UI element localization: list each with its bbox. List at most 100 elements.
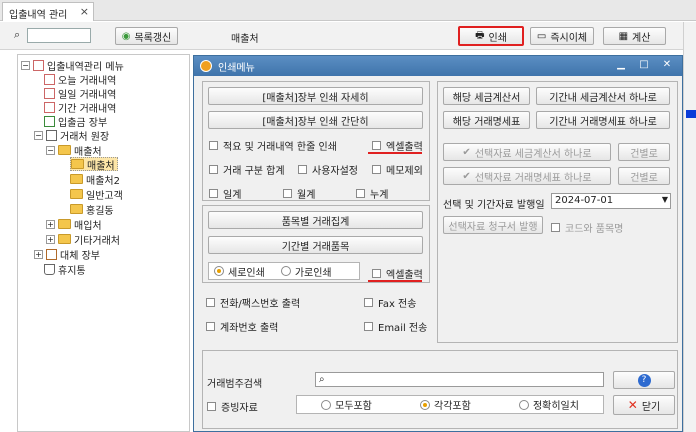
selected-tax-invoice-button[interactable]: ✔ 선택자료 세금계산서 하나로	[443, 143, 611, 161]
selected-tax-each-button[interactable]: 건별로	[618, 143, 670, 161]
folder-icon	[58, 234, 71, 244]
folder-icon	[71, 159, 84, 169]
folder-icon	[70, 189, 83, 199]
monthly-checkbox[interactable]: 월계	[283, 186, 315, 201]
folder-icon	[58, 145, 71, 155]
collapse-icon[interactable]: −	[21, 60, 30, 70]
selected-statement-button[interactable]: ✔ 선택자료 거래명세표 하나로	[443, 167, 611, 185]
tree-item[interactable]: + 매입처	[46, 217, 102, 232]
print-menu-dialog: 인쇄메뉴 ▁ □ ✕ [매출처]장부 인쇄 자세히 [매출처]장부 인쇄 간단히…	[193, 55, 683, 432]
daily-checkbox[interactable]: 일계	[209, 186, 241, 201]
tree-item[interactable]: + 기타거래처	[46, 232, 120, 247]
landscape-radio[interactable]: 가로인쇄	[280, 264, 332, 279]
tree-item[interactable]: 홍길동	[70, 202, 114, 217]
fax-send-checkbox[interactable]: Fax 전송	[364, 295, 416, 310]
close-icon[interactable]: ×	[80, 5, 89, 18]
doc-icon	[44, 73, 55, 85]
search-icon: ⌕	[319, 374, 325, 385]
help-icon: ?	[637, 373, 651, 387]
period-tax-invoice-button[interactable]: 기간내 세금계산서 하나로	[536, 87, 670, 105]
tree-item[interactable]: − 매출처	[46, 143, 102, 158]
search-icon: ⌕	[14, 28, 21, 41]
user-setting-checkbox[interactable]: 사용자설정	[298, 162, 358, 177]
excel-output-checkbox[interactable]: 엑셀출력	[372, 138, 423, 153]
maximize-icon[interactable]: □	[637, 59, 651, 72]
tab-io-history[interactable]: 입출내역 관리 ×	[2, 2, 94, 21]
tree-item[interactable]: 일반고객	[70, 187, 123, 202]
email-send-checkbox[interactable]: Email 전송	[364, 319, 427, 334]
refresh-label: 목록갱신	[134, 32, 172, 44]
portrait-radio[interactable]: 세로인쇄	[214, 264, 265, 279]
section-label: 매출처	[231, 34, 259, 45]
transfer-label: 즉시이체	[550, 32, 588, 44]
combine-line-checkbox[interactable]: 적요 및 거래내역 한줄 인쇄	[209, 138, 337, 153]
excel-output-checkbox-2[interactable]: 엑셀출력	[372, 266, 423, 281]
tree-item[interactable]: 오늘 거래내역	[44, 72, 116, 87]
collapse-icon[interactable]: −	[34, 130, 43, 140]
tree-search-input[interactable]	[27, 28, 91, 43]
memo-exclude-checkbox[interactable]: 메모제외	[372, 162, 423, 177]
cumulative-checkbox[interactable]: 누계	[356, 186, 388, 201]
close-icon[interactable]: ✕	[660, 59, 674, 72]
selected-statement-each-button[interactable]: 건별로	[618, 167, 670, 185]
code-item-checkbox[interactable]: 코드와 품목명	[551, 220, 623, 235]
category-search-label: 거래범주검색	[207, 379, 263, 390]
ledger-print-pane: [매출처]장부 인쇄 자세히 [매출처]장부 인쇄 간단히 적요 및 거래내역 …	[202, 81, 430, 201]
close-x-icon: ✕	[627, 398, 638, 412]
transfer-icon: ▭	[536, 30, 547, 42]
calc-label: 계산	[632, 32, 651, 44]
match-mode-group: 모두포함 각각포함 정확히일치	[296, 395, 604, 414]
period-statement-button[interactable]: 기간내 거래명세표 하나로	[536, 111, 670, 129]
period-item-button[interactable]: 기간별 거래품목	[208, 236, 423, 254]
tree-item[interactable]: 일일 거래내역	[44, 86, 116, 101]
minimize-icon[interactable]: ▁	[614, 59, 628, 72]
check-icon: ✔	[462, 146, 471, 158]
trade-total-checkbox[interactable]: 거래 구분 합계	[209, 162, 285, 177]
doc-icon	[44, 87, 55, 99]
ledger-detail-button[interactable]: [매출처]장부 인쇄 자세히	[208, 87, 423, 105]
tab-label: 입출내역 관리	[9, 10, 68, 21]
trade-statement-button[interactable]: 해당 거래명세표	[443, 111, 530, 129]
invoice-print-pane: 해당 세금계산서 기간내 세금계산서 하나로 해당 거래명세표 기간내 거래명세…	[437, 81, 678, 343]
tree-item[interactable]: 매출처2	[70, 172, 120, 187]
category-search-input[interactable]: ⌕	[315, 372, 604, 387]
tree-item[interactable]: 휴지통	[44, 262, 86, 277]
tree-item-selected[interactable]: 매출처	[70, 157, 118, 172]
evidence-checkbox[interactable]: 증빙자료	[207, 399, 258, 414]
tree-item[interactable]: 기간 거래내역	[44, 100, 116, 115]
expand-icon[interactable]: +	[34, 249, 43, 259]
ledger-simple-button[interactable]: [매출처]장부 인쇄 간단히	[208, 111, 423, 129]
collapse-icon[interactable]: −	[46, 145, 55, 155]
ledger-icon	[46, 248, 57, 260]
tree-item[interactable]: 입출금 장부	[44, 114, 107, 129]
expand-icon[interactable]: +	[46, 234, 55, 244]
phone-fax-checkbox[interactable]: 전화/팩스번호 출력	[206, 295, 300, 310]
exact-match-radio[interactable]: 정확히일치	[518, 397, 579, 412]
expand-icon[interactable]: +	[46, 219, 55, 229]
item-trade-button[interactable]: 품목별 거래집계	[208, 211, 423, 229]
account-number-checkbox[interactable]: 계좌번호 출력	[206, 319, 278, 334]
include-each-radio[interactable]: 각각포함	[420, 397, 471, 412]
include-all-radio[interactable]: 모두포함	[321, 397, 372, 412]
ledger-icon	[44, 115, 55, 127]
print-button[interactable]: 🖶 인쇄	[458, 26, 524, 46]
check-icon: ✔	[462, 170, 471, 182]
tree-item[interactable]: + 대체 장부	[34, 247, 100, 262]
tax-invoice-button[interactable]: 해당 세금계산서	[443, 87, 530, 105]
tree-root[interactable]: − 입출내역관리 메뉴	[21, 58, 124, 73]
calculator-icon: ▦	[618, 30, 629, 42]
transfer-button[interactable]: ▭ 즉시이체	[530, 27, 594, 45]
tab-bar: 입출내역 관리 ×	[0, 0, 696, 21]
ledger-icon	[46, 129, 57, 141]
calc-button[interactable]: ▦ 계산	[603, 27, 666, 45]
menu-icon	[33, 59, 44, 71]
refresh-button[interactable]: ◉ 목록갱신	[115, 27, 178, 45]
selected-invoice-button[interactable]: 선택자료 청구서 발행	[443, 216, 543, 234]
help-button[interactable]: ?	[613, 371, 675, 389]
item-print-pane: 품목별 거래집계 기간별 거래품목 세로인쇄 가로인쇄 엑셀출력	[202, 205, 430, 283]
dropdown-arrow-icon[interactable]: ▼	[662, 195, 668, 204]
tree-item[interactable]: − 거래처 원장	[34, 128, 109, 143]
dialog-titlebar[interactable]: 인쇄메뉴 ▁ □ ✕	[194, 56, 682, 76]
issue-date-field[interactable]: 2024-07-01 ▼	[551, 193, 671, 209]
close-button[interactable]: ✕ 닫기	[613, 395, 675, 415]
